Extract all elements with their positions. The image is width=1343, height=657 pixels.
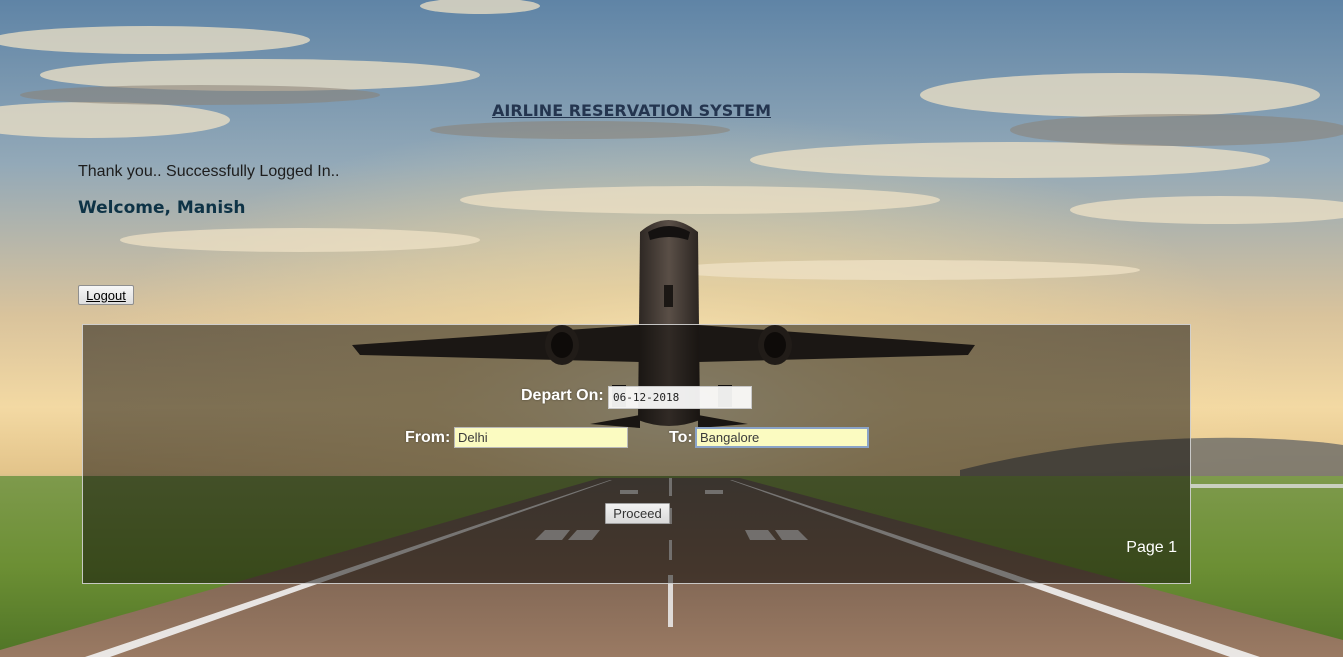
welcome-message: Welcome, Manish: [78, 198, 246, 218]
depart-date-input[interactable]: 06-12-2018: [608, 386, 752, 409]
flight-search-panel: Depart On: 06-12-2018 From: To: Proceed …: [82, 324, 1191, 584]
login-success-message: Thank you.. Successfully Logged In..: [78, 163, 340, 180]
to-input[interactable]: [695, 427, 869, 448]
logout-button[interactable]: Logout: [78, 285, 134, 305]
from-label: From:: [405, 429, 451, 446]
depart-label: Depart On:: [521, 387, 604, 404]
from-input[interactable]: [454, 427, 628, 448]
to-label: To:: [669, 429, 693, 446]
page-indicator: Page 1: [1126, 539, 1177, 556]
proceed-button[interactable]: Proceed: [605, 503, 670, 524]
page-title: AIRLINE RESERVATION SYSTEM: [492, 101, 771, 120]
